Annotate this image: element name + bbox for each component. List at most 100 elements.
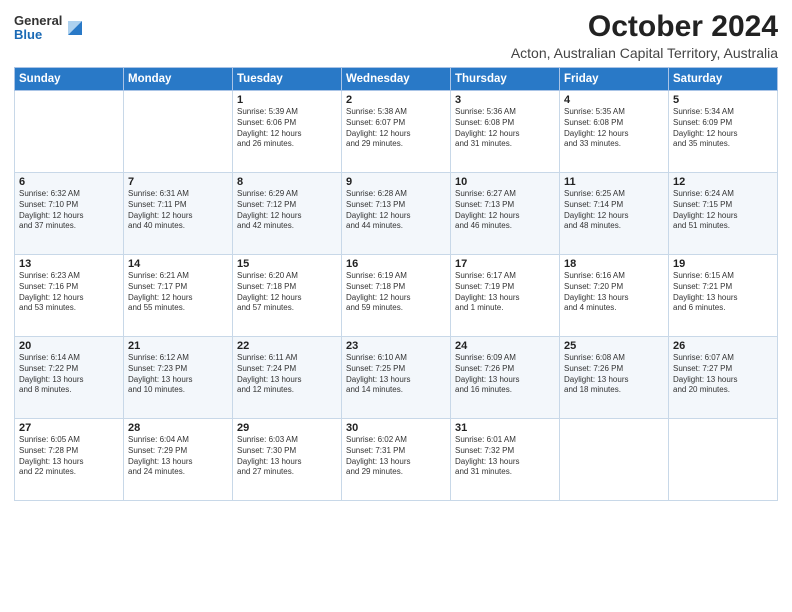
week-row-3: 13Sunrise: 6:23 AM Sunset: 7:16 PM Dayli… bbox=[15, 255, 778, 337]
day-info: Sunrise: 6:20 AM Sunset: 7:18 PM Dayligh… bbox=[237, 271, 337, 314]
day-number: 4 bbox=[564, 94, 664, 106]
day-cell: 24Sunrise: 6:09 AM Sunset: 7:26 PM Dayli… bbox=[451, 337, 560, 419]
day-number: 3 bbox=[455, 94, 555, 106]
day-number: 16 bbox=[346, 258, 446, 270]
day-cell: 26Sunrise: 6:07 AM Sunset: 7:27 PM Dayli… bbox=[669, 337, 778, 419]
day-info: Sunrise: 5:39 AM Sunset: 6:06 PM Dayligh… bbox=[237, 107, 337, 150]
day-cell: 3Sunrise: 5:36 AM Sunset: 6:08 PM Daylig… bbox=[451, 91, 560, 173]
day-info: Sunrise: 6:31 AM Sunset: 7:11 PM Dayligh… bbox=[128, 189, 228, 232]
logo-text: General Blue bbox=[14, 14, 62, 43]
day-cell: 23Sunrise: 6:10 AM Sunset: 7:25 PM Dayli… bbox=[342, 337, 451, 419]
day-info: Sunrise: 5:36 AM Sunset: 6:08 PM Dayligh… bbox=[455, 107, 555, 150]
day-number: 14 bbox=[128, 258, 228, 270]
day-number: 29 bbox=[237, 422, 337, 434]
day-cell: 15Sunrise: 6:20 AM Sunset: 7:18 PM Dayli… bbox=[233, 255, 342, 337]
day-info: Sunrise: 6:17 AM Sunset: 7:19 PM Dayligh… bbox=[455, 271, 555, 314]
day-info: Sunrise: 6:03 AM Sunset: 7:30 PM Dayligh… bbox=[237, 435, 337, 478]
day-info: Sunrise: 6:24 AM Sunset: 7:15 PM Dayligh… bbox=[673, 189, 773, 232]
day-info: Sunrise: 6:32 AM Sunset: 7:10 PM Dayligh… bbox=[19, 189, 119, 232]
day-cell: 6Sunrise: 6:32 AM Sunset: 7:10 PM Daylig… bbox=[15, 173, 124, 255]
day-cell: 17Sunrise: 6:17 AM Sunset: 7:19 PM Dayli… bbox=[451, 255, 560, 337]
day-number: 11 bbox=[564, 176, 664, 188]
day-number: 15 bbox=[237, 258, 337, 270]
header-cell-tuesday: Tuesday bbox=[233, 68, 342, 91]
day-number: 1 bbox=[237, 94, 337, 106]
title-block: October 2024 Acton, Australian Capital T… bbox=[511, 10, 778, 61]
day-number: 25 bbox=[564, 340, 664, 352]
day-number: 9 bbox=[346, 176, 446, 188]
calendar-body: 1Sunrise: 5:39 AM Sunset: 6:06 PM Daylig… bbox=[15, 91, 778, 501]
day-info: Sunrise: 6:14 AM Sunset: 7:22 PM Dayligh… bbox=[19, 353, 119, 396]
day-number: 24 bbox=[455, 340, 555, 352]
day-info: Sunrise: 6:27 AM Sunset: 7:13 PM Dayligh… bbox=[455, 189, 555, 232]
day-cell bbox=[560, 419, 669, 501]
day-cell: 20Sunrise: 6:14 AM Sunset: 7:22 PM Dayli… bbox=[15, 337, 124, 419]
day-info: Sunrise: 6:23 AM Sunset: 7:16 PM Dayligh… bbox=[19, 271, 119, 314]
day-info: Sunrise: 6:10 AM Sunset: 7:25 PM Dayligh… bbox=[346, 353, 446, 396]
day-number: 12 bbox=[673, 176, 773, 188]
day-info: Sunrise: 6:29 AM Sunset: 7:12 PM Dayligh… bbox=[237, 189, 337, 232]
day-number: 23 bbox=[346, 340, 446, 352]
day-cell: 10Sunrise: 6:27 AM Sunset: 7:13 PM Dayli… bbox=[451, 173, 560, 255]
day-number: 28 bbox=[128, 422, 228, 434]
day-cell: 12Sunrise: 6:24 AM Sunset: 7:15 PM Dayli… bbox=[669, 173, 778, 255]
day-cell: 14Sunrise: 6:21 AM Sunset: 7:17 PM Dayli… bbox=[124, 255, 233, 337]
day-cell: 25Sunrise: 6:08 AM Sunset: 7:26 PM Dayli… bbox=[560, 337, 669, 419]
day-cell: 18Sunrise: 6:16 AM Sunset: 7:20 PM Dayli… bbox=[560, 255, 669, 337]
day-number: 8 bbox=[237, 176, 337, 188]
logo-icon bbox=[66, 17, 84, 39]
day-cell: 31Sunrise: 6:01 AM Sunset: 7:32 PM Dayli… bbox=[451, 419, 560, 501]
calendar-title: October 2024 bbox=[511, 10, 778, 43]
day-cell: 8Sunrise: 6:29 AM Sunset: 7:12 PM Daylig… bbox=[233, 173, 342, 255]
day-info: Sunrise: 6:25 AM Sunset: 7:14 PM Dayligh… bbox=[564, 189, 664, 232]
day-info: Sunrise: 6:04 AM Sunset: 7:29 PM Dayligh… bbox=[128, 435, 228, 478]
day-number: 10 bbox=[455, 176, 555, 188]
day-info: Sunrise: 6:11 AM Sunset: 7:24 PM Dayligh… bbox=[237, 353, 337, 396]
day-number: 17 bbox=[455, 258, 555, 270]
day-info: Sunrise: 6:02 AM Sunset: 7:31 PM Dayligh… bbox=[346, 435, 446, 478]
day-info: Sunrise: 6:12 AM Sunset: 7:23 PM Dayligh… bbox=[128, 353, 228, 396]
week-row-5: 27Sunrise: 6:05 AM Sunset: 7:28 PM Dayli… bbox=[15, 419, 778, 501]
day-number: 22 bbox=[237, 340, 337, 352]
day-number: 7 bbox=[128, 176, 228, 188]
day-info: Sunrise: 6:16 AM Sunset: 7:20 PM Dayligh… bbox=[564, 271, 664, 314]
day-info: Sunrise: 6:19 AM Sunset: 7:18 PM Dayligh… bbox=[346, 271, 446, 314]
day-cell: 1Sunrise: 5:39 AM Sunset: 6:06 PM Daylig… bbox=[233, 91, 342, 173]
day-info: Sunrise: 6:09 AM Sunset: 7:26 PM Dayligh… bbox=[455, 353, 555, 396]
week-row-4: 20Sunrise: 6:14 AM Sunset: 7:22 PM Dayli… bbox=[15, 337, 778, 419]
day-info: Sunrise: 6:21 AM Sunset: 7:17 PM Dayligh… bbox=[128, 271, 228, 314]
day-cell: 13Sunrise: 6:23 AM Sunset: 7:16 PM Dayli… bbox=[15, 255, 124, 337]
day-info: Sunrise: 5:35 AM Sunset: 6:08 PM Dayligh… bbox=[564, 107, 664, 150]
day-cell: 16Sunrise: 6:19 AM Sunset: 7:18 PM Dayli… bbox=[342, 255, 451, 337]
calendar-subtitle: Acton, Australian Capital Territory, Aus… bbox=[511, 45, 778, 61]
day-cell: 27Sunrise: 6:05 AM Sunset: 7:28 PM Dayli… bbox=[15, 419, 124, 501]
logo: General Blue bbox=[14, 14, 84, 43]
day-cell bbox=[669, 419, 778, 501]
day-info: Sunrise: 5:38 AM Sunset: 6:07 PM Dayligh… bbox=[346, 107, 446, 150]
day-number: 21 bbox=[128, 340, 228, 352]
day-cell: 30Sunrise: 6:02 AM Sunset: 7:31 PM Dayli… bbox=[342, 419, 451, 501]
day-number: 31 bbox=[455, 422, 555, 434]
day-cell: 11Sunrise: 6:25 AM Sunset: 7:14 PM Dayli… bbox=[560, 173, 669, 255]
day-info: Sunrise: 6:28 AM Sunset: 7:13 PM Dayligh… bbox=[346, 189, 446, 232]
logo-general: General bbox=[14, 14, 62, 28]
week-row-1: 1Sunrise: 5:39 AM Sunset: 6:06 PM Daylig… bbox=[15, 91, 778, 173]
header-row: SundayMondayTuesdayWednesdayThursdayFrid… bbox=[15, 68, 778, 91]
page: General Blue October 2024 Acton, Austral… bbox=[0, 0, 792, 612]
day-cell: 5Sunrise: 5:34 AM Sunset: 6:09 PM Daylig… bbox=[669, 91, 778, 173]
day-number: 18 bbox=[564, 258, 664, 270]
header-cell-monday: Monday bbox=[124, 68, 233, 91]
day-cell: 29Sunrise: 6:03 AM Sunset: 7:30 PM Dayli… bbox=[233, 419, 342, 501]
header: General Blue October 2024 Acton, Austral… bbox=[14, 10, 778, 61]
day-number: 5 bbox=[673, 94, 773, 106]
day-cell: 7Sunrise: 6:31 AM Sunset: 7:11 PM Daylig… bbox=[124, 173, 233, 255]
day-info: Sunrise: 6:15 AM Sunset: 7:21 PM Dayligh… bbox=[673, 271, 773, 314]
day-cell: 2Sunrise: 5:38 AM Sunset: 6:07 PM Daylig… bbox=[342, 91, 451, 173]
day-number: 19 bbox=[673, 258, 773, 270]
day-cell bbox=[124, 91, 233, 173]
day-info: Sunrise: 6:01 AM Sunset: 7:32 PM Dayligh… bbox=[455, 435, 555, 478]
header-cell-sunday: Sunday bbox=[15, 68, 124, 91]
day-number: 30 bbox=[346, 422, 446, 434]
day-info: Sunrise: 6:05 AM Sunset: 7:28 PM Dayligh… bbox=[19, 435, 119, 478]
header-cell-friday: Friday bbox=[560, 68, 669, 91]
